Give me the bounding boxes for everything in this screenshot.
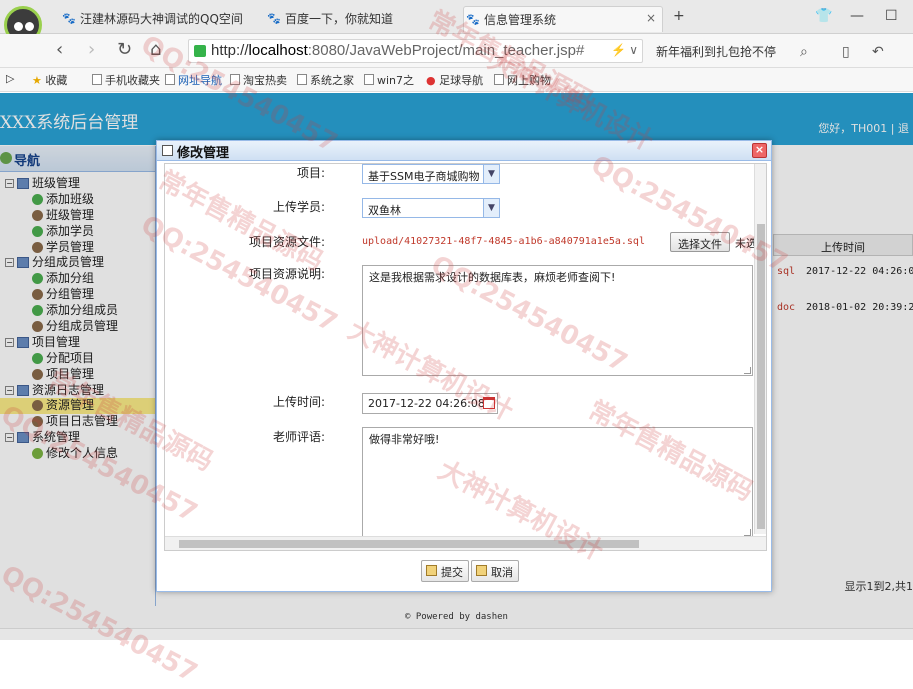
new-tab-icon[interactable]: + bbox=[673, 8, 685, 24]
browser-tab-bar: 🐾汪建林源码大神调试的QQ空间 🐾百度一下，你就知道 🐾信息管理系统× + 👕 … bbox=[0, 0, 913, 34]
bookmark-xitong[interactable]: 系统之家 bbox=[297, 72, 354, 88]
paw-icon: 🐾 bbox=[267, 12, 281, 25]
resize-icon[interactable] bbox=[744, 367, 751, 374]
edit-icon bbox=[162, 145, 173, 156]
shirt-icon[interactable]: 👕 bbox=[815, 8, 832, 24]
home-icon[interactable]: ⌂ bbox=[150, 41, 161, 59]
desc-label: 项目资源说明: bbox=[165, 265, 325, 282]
submit-button[interactable]: 提交 bbox=[421, 560, 469, 582]
project-label: 项目: bbox=[165, 164, 325, 181]
page-icon bbox=[364, 74, 374, 85]
tab-close-icon[interactable]: × bbox=[646, 11, 656, 25]
minimize-icon[interactable]: — bbox=[850, 8, 864, 24]
scroll-thumb[interactable] bbox=[179, 540, 639, 548]
bookmark-taobao[interactable]: 淘宝热卖 bbox=[230, 72, 287, 88]
project-select[interactable]: 基于SSM电子商城购物▼ bbox=[362, 164, 500, 184]
address-bar[interactable]: http://localhost:8080/JavaWebProject/mai… bbox=[188, 39, 643, 63]
save-icon bbox=[426, 565, 437, 576]
dialog-form: 项目: 基于SSM电子商城购物▼ 上传学员: 双鱼林▼ 项目资源文件: uplo… bbox=[164, 163, 767, 551]
back-icon[interactable]: ‹ bbox=[56, 41, 63, 59]
search-icon[interactable]: ⌕ bbox=[800, 43, 808, 61]
time-input[interactable]: 2017-12-22 04:26:08 bbox=[362, 393, 498, 414]
ball-icon: ● bbox=[426, 74, 436, 87]
dialog-footer: 提交 取消 bbox=[164, 553, 767, 589]
bookmark-favorites[interactable]: ★ 收藏 bbox=[32, 72, 67, 88]
bookmark-football[interactable]: ● 足球导航 bbox=[426, 72, 483, 88]
page-icon bbox=[165, 74, 175, 85]
phone-icon[interactable]: ▯ bbox=[842, 43, 850, 61]
bookmark-nav[interactable]: 网址导航 bbox=[165, 72, 222, 88]
dialog-title: 修改管理 bbox=[177, 146, 229, 161]
page-icon bbox=[92, 74, 102, 85]
cancel-icon bbox=[476, 565, 487, 576]
chevron-down-icon[interactable]: ▼ bbox=[483, 165, 499, 183]
vertical-scrollbar[interactable] bbox=[754, 164, 766, 534]
cancel-button[interactable]: 取消 bbox=[471, 560, 519, 582]
comment-textarea[interactable]: 做得非常好哦! bbox=[362, 427, 753, 538]
star-icon: ★ bbox=[32, 74, 42, 87]
reload-icon[interactable]: ↻ bbox=[117, 41, 132, 59]
file-path: upload/41027321-48f7-4845-a1b6-a840791a1… bbox=[362, 236, 645, 247]
secure-icon bbox=[194, 45, 206, 57]
file-label: 项目资源文件: bbox=[165, 233, 325, 250]
page-icon bbox=[494, 74, 504, 85]
browser-tab-active[interactable]: 🐾信息管理系统× bbox=[463, 6, 663, 32]
page-icon bbox=[230, 74, 240, 85]
undo-icon[interactable]: ↶ bbox=[872, 43, 884, 61]
resize-icon[interactable] bbox=[744, 529, 751, 536]
horizontal-scrollbar[interactable] bbox=[165, 536, 767, 550]
taskbar bbox=[0, 628, 913, 640]
browser-tab-baidu[interactable]: 🐾百度一下，你就知道 bbox=[265, 6, 455, 32]
paw-icon: 🐾 bbox=[466, 13, 480, 26]
maximize-icon[interactable]: ☐ bbox=[885, 8, 898, 24]
calendar-icon[interactable] bbox=[483, 397, 495, 409]
choose-file-button[interactable]: 选择文件 bbox=[670, 232, 730, 252]
browser-tab-qq[interactable]: 🐾汪建林源码大神调试的QQ空间 bbox=[60, 6, 255, 32]
bookmarks-toggle-icon[interactable]: ▷ bbox=[6, 72, 14, 85]
paw-icon: 🐾 bbox=[62, 12, 76, 25]
scroll-thumb[interactable] bbox=[757, 224, 765, 529]
bookmark-mobile[interactable]: 手机收藏夹 bbox=[92, 72, 160, 88]
forward-icon[interactable]: › bbox=[88, 41, 95, 59]
edit-dialog: 修改管理 × 项目: 基于SSM电子商城购物▼ 上传学员: 双鱼林▼ 项目资源文… bbox=[156, 140, 772, 592]
news-ticker[interactable]: 新年福利到扎包抢不停 bbox=[656, 43, 776, 60]
desc-textarea[interactable]: 这是我根据需求设计的数据库表，麻烦老师查阅下! bbox=[362, 265, 753, 376]
time-label: 上传时间: bbox=[165, 393, 325, 410]
page-icon bbox=[297, 74, 307, 85]
comment-label: 老师评语: bbox=[165, 428, 325, 445]
share-icon[interactable]: ⚡ ∨ bbox=[611, 43, 638, 57]
close-icon[interactable]: × bbox=[752, 143, 767, 158]
bookmarks-bar: ▷ ★ 收藏 手机收藏夹 网址导航 淘宝热卖 系统之家 win7之 ● 足球导航… bbox=[0, 68, 913, 92]
chevron-down-icon[interactable]: ▼ bbox=[483, 199, 499, 217]
student-select[interactable]: 双鱼林▼ bbox=[362, 198, 500, 218]
dialog-header: 修改管理 × bbox=[157, 141, 771, 161]
bookmark-shopping[interactable]: 网上购物 bbox=[494, 72, 551, 88]
browser-nav-bar: ‹ › ↻ ⌂ http://localhost:8080/JavaWebPro… bbox=[0, 34, 913, 68]
student-label: 上传学员: bbox=[165, 198, 325, 215]
bookmark-win7[interactable]: win7之 bbox=[364, 72, 414, 88]
